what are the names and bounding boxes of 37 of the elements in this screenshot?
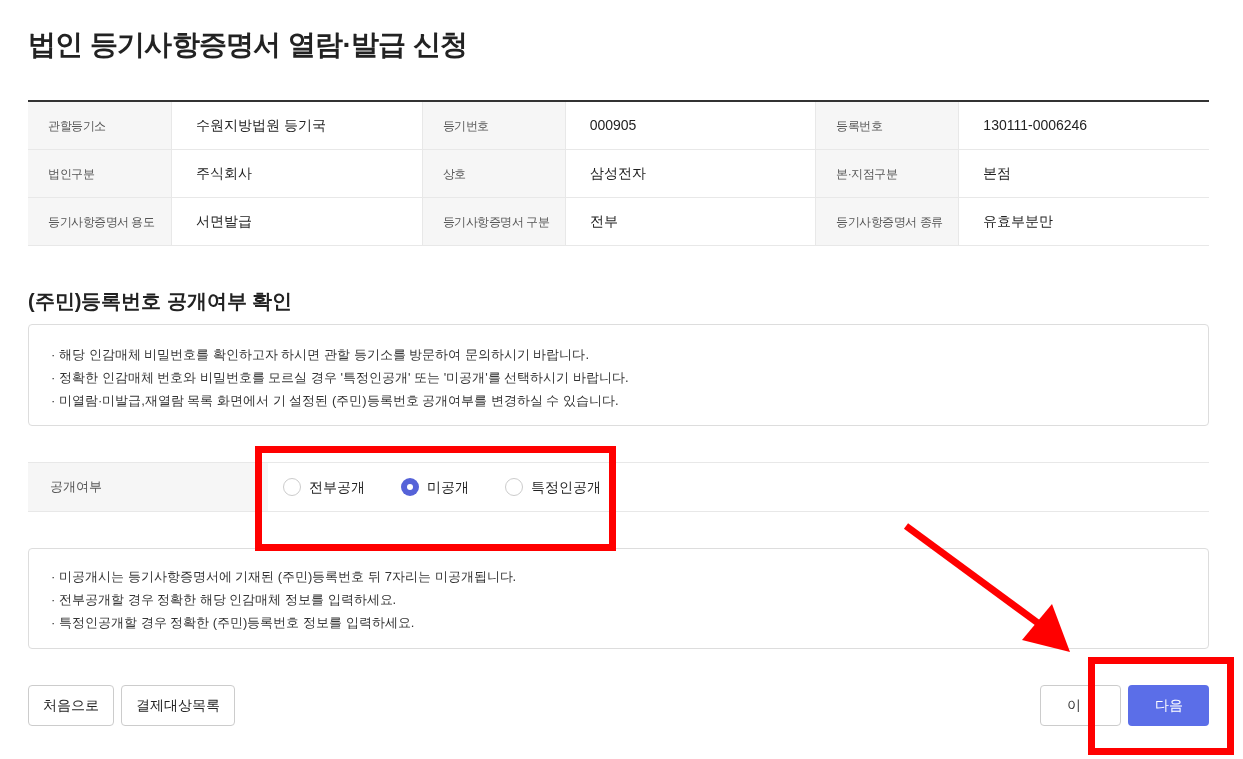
previous-button[interactable]: 이 (1040, 685, 1121, 726)
field-value: 000905 (588, 116, 638, 135)
notice-text: · 전부공개할 경우 정확한 해당 인감매체 정보를 입력하세요. (51, 591, 398, 609)
next-button[interactable]: 다음 (1128, 685, 1209, 726)
field-label: 등기사항증명서 종류 (815, 198, 960, 245)
field-value: 삼성전자 (588, 164, 647, 183)
notice-text: · 해당 인감매체 비밀번호를 확인하고자 하시면 관할 등기소를 방문하여 문의하시기 바랍니다. (51, 346, 591, 364)
field-value: 유효부분만 (982, 212, 1055, 231)
page-title: 법인 등기사항증명서 열람·발급 신청 (28, 28, 469, 62)
radio-option[interactable]: 미공개 (401, 476, 469, 498)
field-label: 등기번호 (421, 102, 566, 149)
nav-button[interactable]: 결제대상목록 (121, 685, 235, 726)
notice-text: · 특정인공개할 경우 정확한 (주민)등록번호 정보를 입력하세요. (51, 614, 416, 632)
field-value: 본점 (982, 164, 1013, 183)
radio-button[interactable] (505, 478, 523, 496)
field-value: 수원지방법원 등기국 (195, 116, 327, 135)
radio-option[interactable]: 특정인공개 (505, 476, 601, 498)
notice-text: · 미열람·미발급,재열람 목록 화면에서 기 설정된 (주민)등록번호 공개여부를 변경하실 수 있습니다. (51, 392, 620, 410)
field-value: 서면발급 (195, 212, 253, 231)
nav-button[interactable]: 처음으로 (28, 685, 114, 726)
notice-text: · 정확한 인감매체 번호와 비밀번호를 모르실 경우 '특정인공개' 또는 '미공개'를 선택하시기 바랍니다. (51, 369, 630, 387)
field-value: 주식회사 (195, 164, 253, 183)
field-label: 상호 (421, 150, 566, 197)
radio-button[interactable] (401, 478, 419, 496)
section-title: (주민)등록번호 공개여부 확인 (28, 289, 294, 314)
radio-button[interactable] (283, 478, 301, 496)
field-label: 등기사항증명서 용도 (28, 198, 172, 245)
field-value: 130111-0006246 (982, 116, 1089, 135)
field-label: 법인구분 (28, 150, 172, 197)
radio-option[interactable]: 전부공개 (283, 476, 365, 498)
notice-text: · 미공개시는 등기사항증명서에 기재된 (주민)등록번호 뒤 7자리는 미공개됩니다. (51, 568, 518, 586)
field-label: 관할등기소 (28, 102, 172, 149)
field-value: 전부 (588, 212, 619, 231)
field-label: 본·지점구분 (815, 150, 960, 197)
field-label: 공개여부 (28, 463, 268, 511)
field-label: 등기사항증명서 구분 (421, 198, 566, 245)
field-label: 등록번호 (815, 102, 960, 149)
